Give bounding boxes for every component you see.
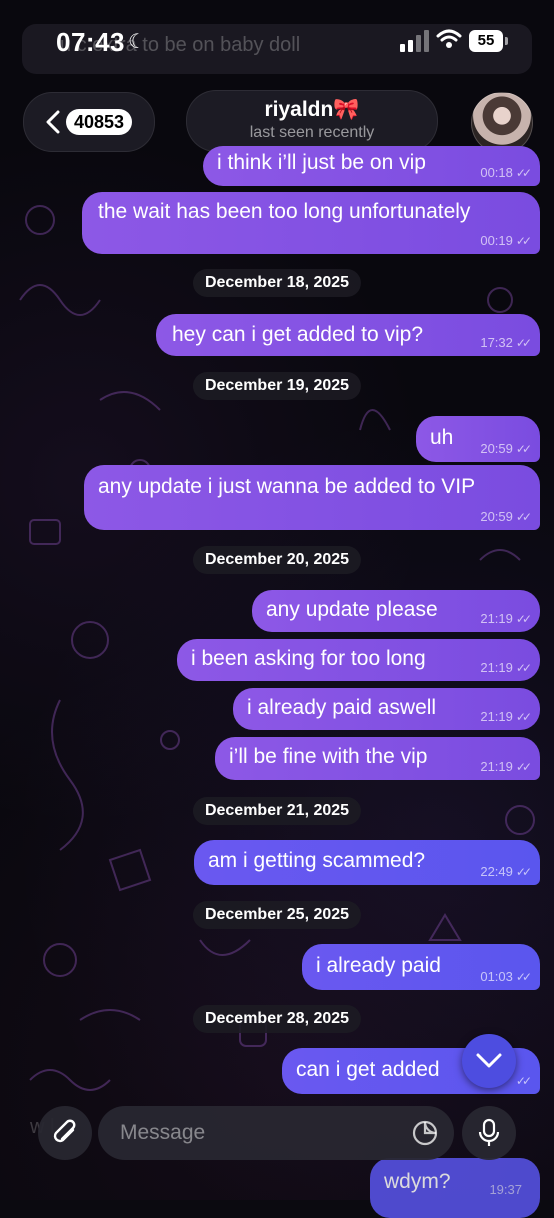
microphone-icon	[478, 1118, 500, 1146]
message-bubble[interactable]: any update please 21:19 ✓✓	[252, 590, 540, 632]
read-check-icon: ✓✓	[515, 336, 532, 350]
status-bar: u c extra to be on baby doll 07:43 ☾ 55	[0, 0, 554, 80]
message-meta: 21:19 ✓✓	[480, 759, 532, 774]
read-check-icon: ✓✓	[515, 612, 532, 626]
message-time: 20:59	[480, 509, 513, 524]
message-text: hey can i get added to vip?	[172, 323, 424, 346]
message-text: i think i’ll just be on vip	[217, 151, 426, 174]
message-text: the wait has been too long unfortunately	[98, 200, 471, 223]
message-text: can i get added	[296, 1058, 440, 1081]
date-separator: December 20, 2025	[192, 546, 362, 574]
message-meta: 00:18 ✓✓	[480, 165, 532, 180]
message-time: 00:19	[480, 233, 513, 248]
read-check-icon: ✓✓	[515, 234, 532, 248]
message-bubble[interactable]: hey can i get added to vip? 17:32 ✓✓	[156, 314, 540, 356]
message-meta: 22:49 ✓✓	[480, 864, 532, 879]
battery-tip	[505, 37, 508, 45]
message-time: 22:49	[480, 864, 513, 879]
message-text: i been asking for too long	[191, 647, 426, 670]
message-bubble[interactable]: uh 20:59 ✓✓	[416, 416, 540, 462]
message-bubble[interactable]: i been asking for too long 21:19 ✓✓	[177, 639, 540, 681]
message-text: i’ll be fine with the vip	[229, 745, 428, 768]
paperclip-icon	[53, 1119, 76, 1143]
moon-icon: ☾	[128, 31, 146, 53]
contact-name-row: riyaldn🎀	[187, 98, 437, 122]
message-time: 17:32	[480, 335, 513, 350]
message-bubble[interactable]: i’ll be fine with the vip 21:19 ✓✓	[215, 737, 540, 780]
unread-count-badge: 40853	[66, 109, 133, 135]
microphone-button[interactable]	[462, 1106, 516, 1160]
message-text: any update please	[266, 598, 438, 621]
message-time: 00:18	[480, 165, 513, 180]
wifi-icon	[436, 29, 462, 48]
signal-icon	[400, 30, 429, 52]
message-text: uh	[430, 426, 454, 449]
back-button[interactable]: 40853	[23, 92, 155, 152]
message-meta: ✓✓	[513, 1073, 532, 1088]
message-input-placeholder: Message	[120, 1121, 206, 1144]
date-separator: December 21, 2025	[192, 797, 362, 825]
read-check-icon: ✓✓	[515, 865, 532, 879]
contact-status: last seen recently	[249, 124, 375, 141]
message-text: i already paid aswell	[247, 696, 437, 719]
message-bubble[interactable]: the wait has been too long unfortunately…	[82, 192, 540, 254]
contact-name: riyaldn	[264, 98, 334, 121]
message-bubble[interactable]: i already paid aswell 21:19 ✓✓	[233, 688, 540, 730]
read-check-icon: ✓✓	[515, 1074, 532, 1088]
message-meta: 01:03 ✓✓	[480, 969, 532, 984]
message-meta: 20:59 ✓✓	[480, 441, 532, 456]
battery-indicator: 55	[469, 30, 503, 52]
attach-button[interactable]	[38, 1106, 92, 1160]
avatar[interactable]	[471, 92, 533, 154]
message-time: 21:19	[480, 611, 513, 626]
read-check-icon: ✓✓	[515, 970, 532, 984]
message-bubble[interactable]: any update i just wanna be added to VIP …	[84, 465, 540, 530]
message-text: am i getting scammed?	[208, 849, 426, 872]
message-meta: 00:19 ✓✓	[480, 233, 532, 248]
bow-emoji: 🎀	[333, 98, 360, 121]
sticker-icon[interactable]	[412, 1120, 438, 1146]
message-meta: 20:59 ✓✓	[480, 509, 532, 524]
message-input[interactable]: Message	[98, 1106, 454, 1160]
status-time: 07:43	[56, 27, 125, 57]
message-meta: 21:19 ✓✓	[480, 611, 532, 626]
date-separator: December 28, 2025	[192, 1005, 362, 1033]
date-separator: December 19, 2025	[192, 372, 362, 400]
message-text: any update i just wanna be added to VIP	[98, 475, 476, 498]
message-time: 21:19	[480, 759, 513, 774]
message-text: wdym?	[384, 1170, 451, 1193]
read-check-icon: ✓✓	[515, 661, 532, 675]
message-bubble-partial[interactable]: wdym? 19:37	[370, 1158, 540, 1218]
read-check-icon: ✓✓	[515, 442, 532, 456]
read-check-icon: ✓✓	[515, 710, 532, 724]
date-separator: December 18, 2025	[192, 269, 362, 297]
read-check-icon: ✓✓	[515, 510, 532, 524]
read-check-icon: ✓✓	[515, 166, 532, 180]
message-time: 21:19	[480, 709, 513, 724]
message-time: 01:03	[480, 969, 513, 984]
message-meta: 21:19 ✓✓	[480, 709, 532, 724]
message-time: 20:59	[480, 441, 513, 456]
date-separator: December 25, 2025	[192, 901, 362, 929]
message-meta: 21:19 ✓✓	[480, 660, 532, 675]
scroll-down-button[interactable]	[462, 1034, 516, 1088]
chat-title[interactable]: riyaldn🎀 last seen recently	[186, 90, 438, 152]
message-time: 19:37	[489, 1182, 522, 1197]
message-bubble[interactable]: i think i’ll just be on vip 00:18 ✓✓	[203, 146, 540, 186]
read-check-icon: ✓✓	[515, 760, 532, 774]
message-text: i already paid	[316, 954, 441, 977]
chevron-down-icon	[476, 1053, 502, 1068]
message-meta: 17:32 ✓✓	[480, 335, 532, 350]
message-bubble[interactable]: am i getting scammed? 22:49 ✓✓	[194, 840, 540, 885]
chevron-left-icon	[46, 110, 60, 134]
message-bubble[interactable]: i already paid 01:03 ✓✓	[302, 944, 540, 990]
message-time: 21:19	[480, 660, 513, 675]
